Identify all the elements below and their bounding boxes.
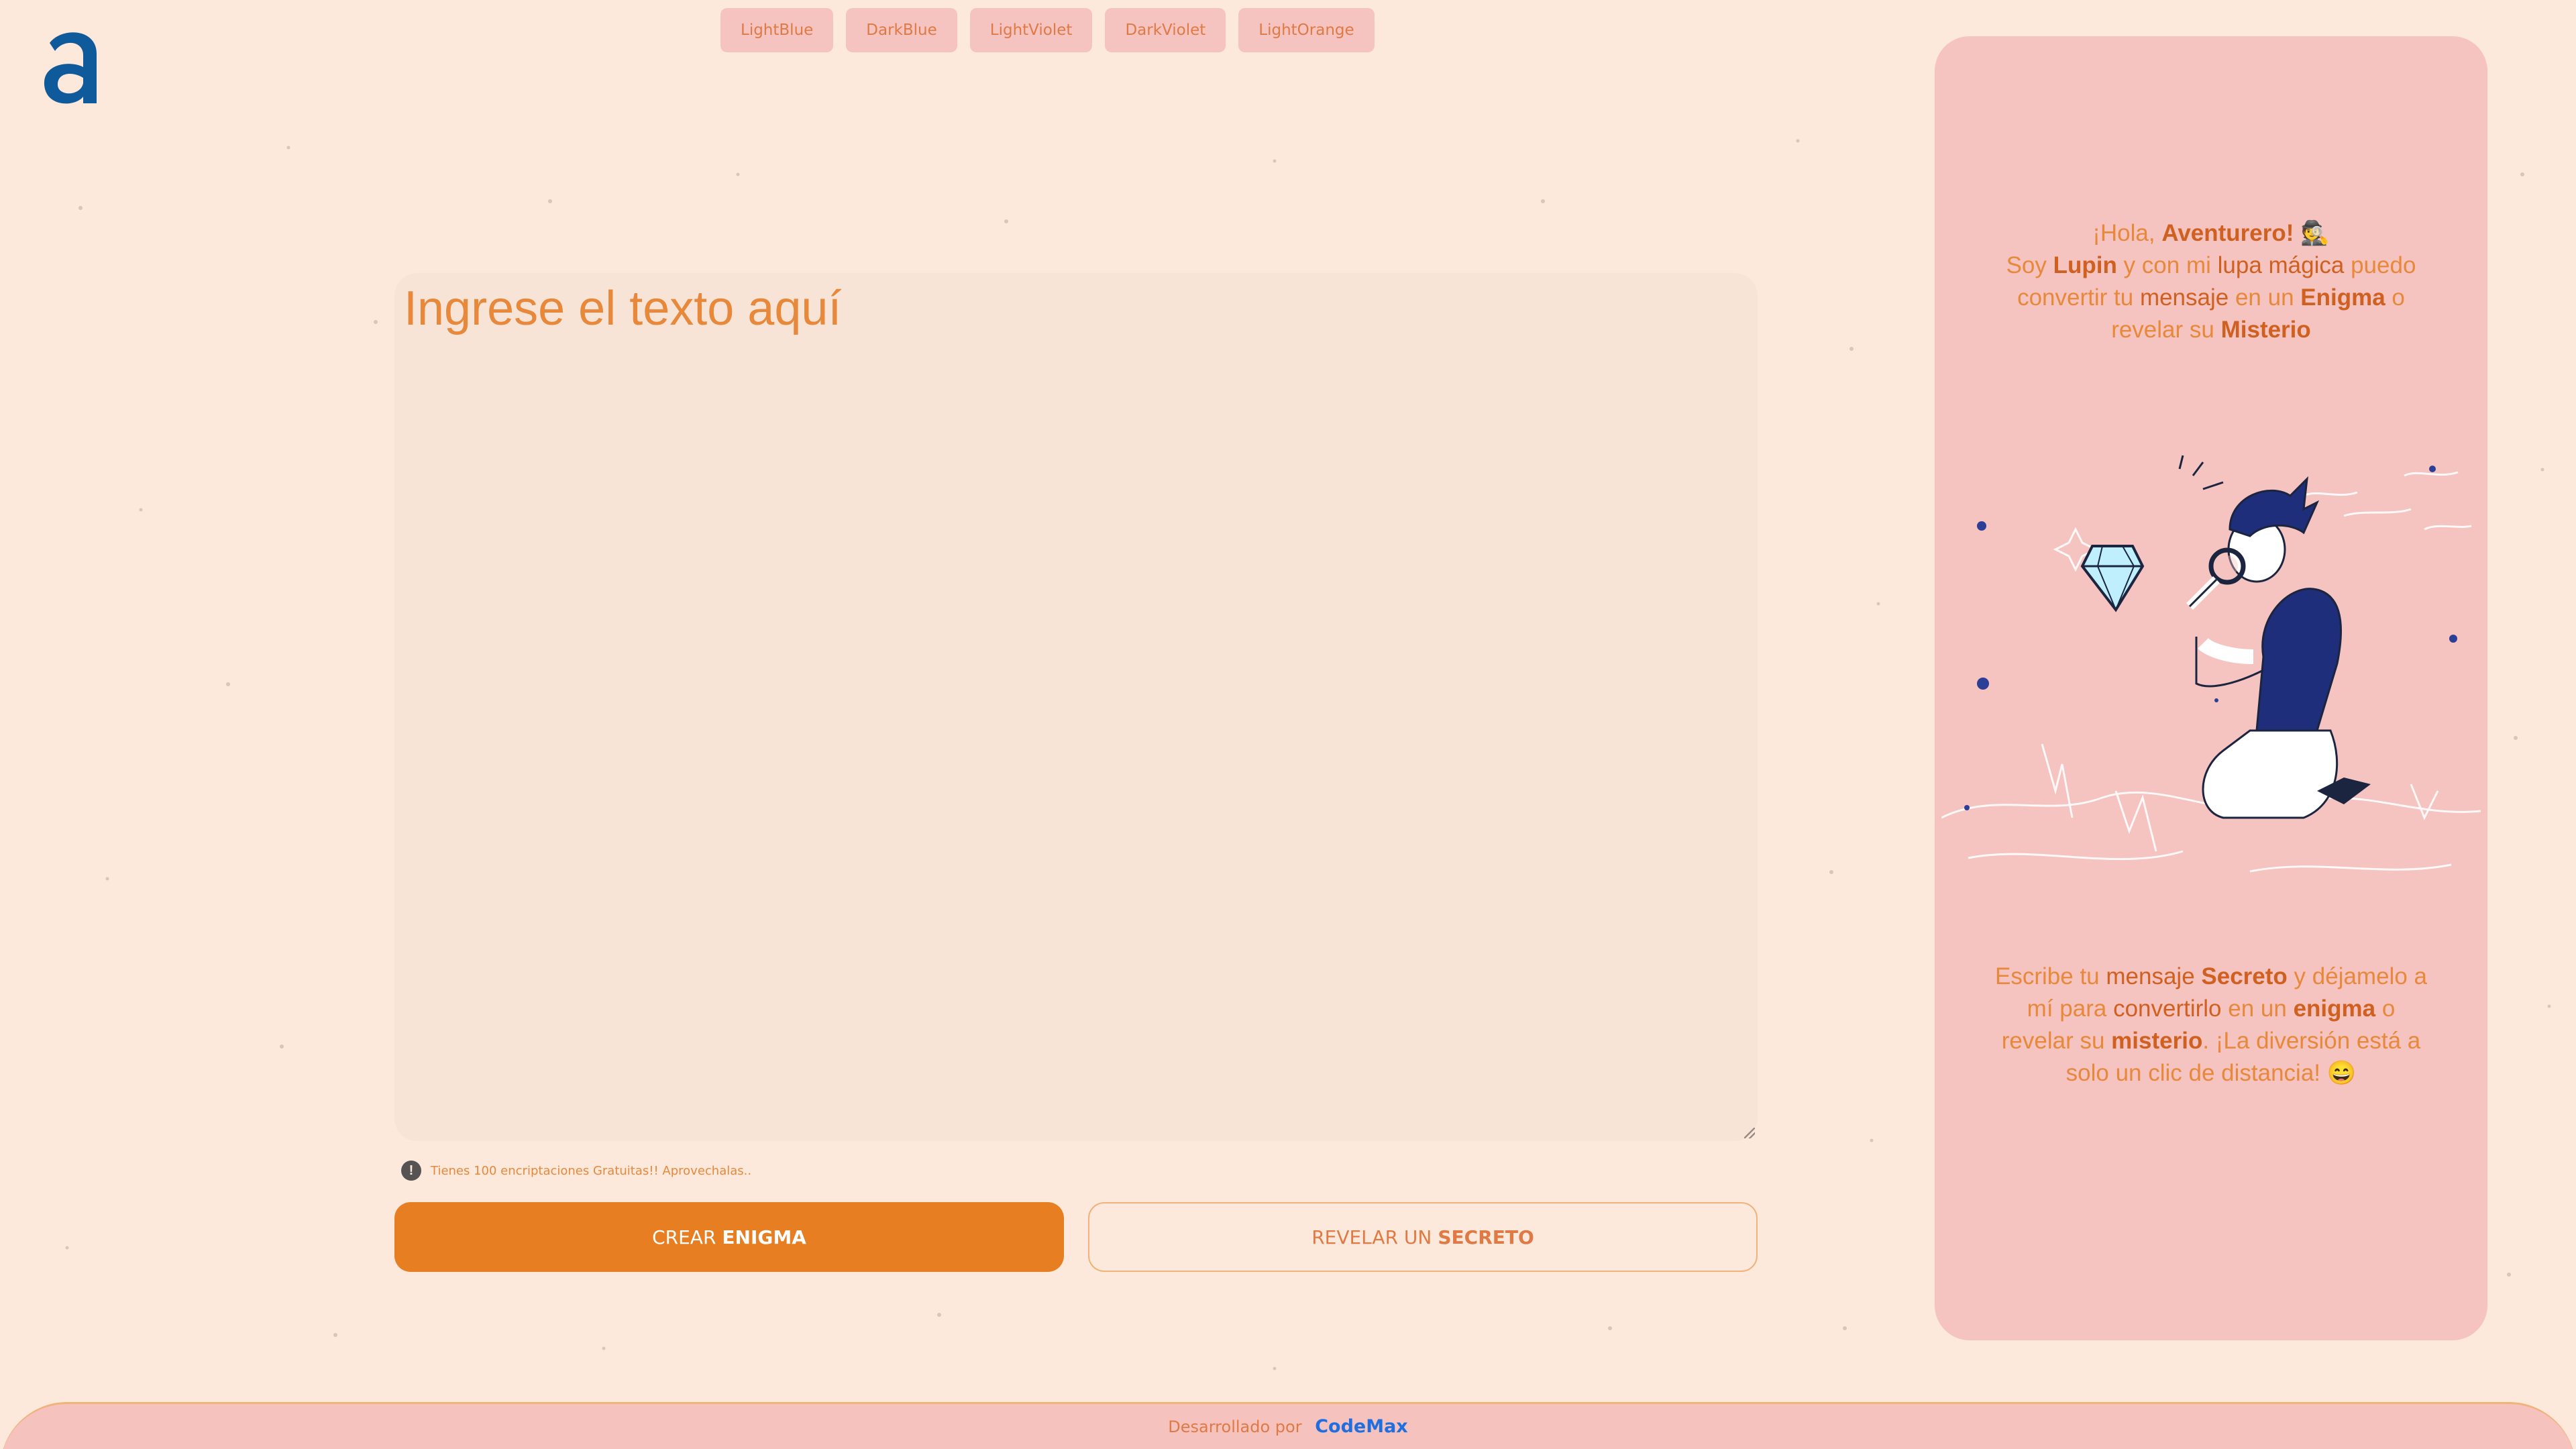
theme-lightblue-button[interactable]: LightBlue — [720, 8, 834, 52]
theme-lightviolet-button[interactable]: LightViolet — [969, 8, 1093, 52]
theme-darkblue-button[interactable]: DarkBlue — [846, 8, 957, 52]
info-icon: ! — [401, 1161, 421, 1181]
reveal-secret-strong: SECRETO — [1438, 1226, 1534, 1248]
detective-emoji: 🕵️ — [2294, 220, 2330, 246]
reveal-secret-prefix: REVELAR UN — [1311, 1226, 1432, 1248]
create-enigma-prefix: CREAR — [652, 1226, 716, 1248]
codemax-link[interactable]: CodeMax — [1315, 1416, 1408, 1437]
page: LightBlue DarkBlue LightViolet DarkViole… — [0, 0, 2576, 1449]
notice-text: Tienes 100 encriptaciones Gratuitas!! Ap… — [431, 1163, 752, 1178]
footer: Desarrollado por CodeMax — [0, 1402, 2576, 1449]
theme-selector: LightBlue DarkBlue LightViolet DarkViole… — [720, 8, 1375, 52]
create-enigma-button[interactable]: CREAR ENIGMA — [394, 1202, 1064, 1272]
logo[interactable] — [42, 24, 102, 107]
textarea-placeholder: Ingrese el texto aquí — [404, 282, 842, 335]
smile-emoji: 😄 — [2326, 1060, 2357, 1086]
card-intro-text: ¡Hola, Aventurero! 🕵️ Soy Lupin y con mi… — [2006, 220, 2416, 343]
theme-darkviolet-button[interactable]: DarkViolet — [1105, 8, 1226, 52]
create-enigma-strong: ENIGMA — [722, 1226, 806, 1248]
resize-handle[interactable] — [1744, 1128, 1755, 1138]
info-card: ¡Hola, Aventurero! 🕵️ Soy Lupin y con mi… — [1935, 36, 2487, 1340]
reveal-secret-button[interactable]: REVELAR UN SECRETO — [1088, 1202, 1758, 1272]
logo-a-icon — [44, 32, 97, 104]
theme-lightorange-button[interactable]: LightOrange — [1238, 8, 1375, 52]
footer-credit: Desarrollado por CodeMax — [0, 1416, 2576, 1437]
card-outro-text: Escribe tu mensaje Secreto y déjamelo a … — [1995, 963, 2427, 1086]
footer-label: Desarrollado por — [1168, 1417, 1302, 1436]
message-textarea[interactable]: Ingrese el texto aquí — [394, 273, 1758, 1141]
lupin-illustration — [1941, 455, 2481, 873]
free-encryptions-notice: ! Tienes 100 encriptaciones Gratuitas!! … — [401, 1161, 751, 1181]
